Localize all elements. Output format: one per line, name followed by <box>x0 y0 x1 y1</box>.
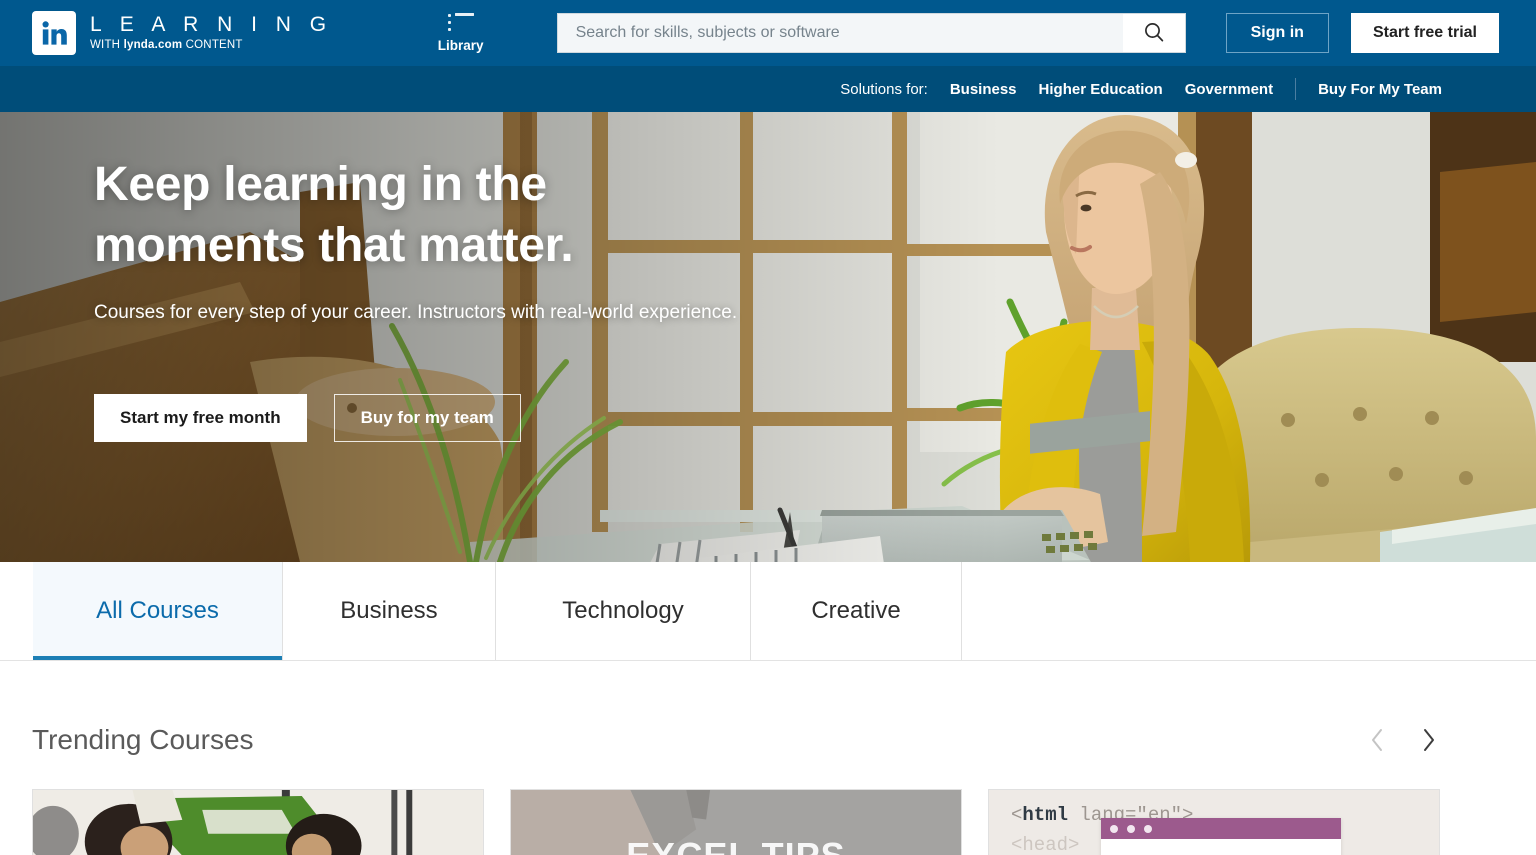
start-my-free-month-button[interactable]: Start my free month <box>94 394 307 442</box>
window-dot-icon <box>1110 824 1118 833</box>
library-button[interactable]: Library <box>429 13 493 53</box>
library-label: Library <box>437 38 484 53</box>
card-code-line-2: <head> <box>1011 834 1080 855</box>
window-dot-icon <box>1127 824 1135 833</box>
logo-wordmark-block: L E A R N I N G WITH lynda.com CONTENT <box>90 14 333 52</box>
course-card-thumbnail <box>33 790 483 855</box>
hero-cta-group: Start my free month Buy for my team <box>94 394 1536 442</box>
chevron-left-icon[interactable] <box>1360 723 1394 757</box>
hero-banner: Keep learning in the moments that matter… <box>0 112 1536 562</box>
search-bar <box>556 13 1186 53</box>
course-card[interactable]: <html lang="en"> <head> <box>988 789 1440 855</box>
window-dot-icon <box>1144 824 1152 833</box>
code-tag-html: html <box>1022 804 1069 826</box>
course-card-thumbnail: <html lang="en"> <head> <box>989 790 1439 855</box>
hero-subtitle: Courses for every step of your career. I… <box>94 302 738 323</box>
linkedin-logo-icon <box>32 11 76 55</box>
category-tabs: All Courses Business Technology Creative <box>0 562 1536 661</box>
hero-title: Keep learning in the moments that matter… <box>94 154 774 276</box>
sign-in-button[interactable]: Sign in <box>1225 13 1329 53</box>
logo-tagline-suffix: CONTENT <box>182 39 243 52</box>
list-icon <box>447 13 474 33</box>
card-browser-window <box>1101 818 1341 855</box>
hero-title-line-1: Keep learning in the <box>94 158 547 211</box>
solutions-for-label: Solutions for: <box>840 80 928 98</box>
subnav-link-government[interactable]: Government <box>1185 81 1273 98</box>
course-card-list: EXCEL TIPS <html lang="en"> <head> <box>32 789 1440 855</box>
solutions-subnav: Solutions for: Business Higher Education… <box>0 66 1536 112</box>
search-input[interactable] <box>557 14 1123 52</box>
hero-title-line-2: moments that matter. <box>94 219 574 272</box>
search-icon <box>1142 20 1166 47</box>
subnav-divider <box>1295 78 1297 100</box>
logo-tagline-prefix: WITH <box>90 39 124 52</box>
subnav-link-business[interactable]: Business <box>950 81 1017 98</box>
code-bracket-open: < <box>1011 804 1023 826</box>
hero-content: Keep learning in the moments that matter… <box>0 112 1536 562</box>
buy-for-my-team-button[interactable]: Buy for my team <box>333 394 521 442</box>
logo-tagline-brand: lynda.com <box>123 39 183 52</box>
top-header: L E A R N I N G WITH lynda.com CONTENT L… <box>0 0 1536 66</box>
linkedin-learning-logo[interactable]: L E A R N I N G WITH lynda.com CONTENT <box>32 11 333 55</box>
trending-header: Trending Courses <box>32 723 1446 757</box>
subnav-link-buy-for-my-team[interactable]: Buy For My Team <box>1318 81 1442 98</box>
trending-courses-title: Trending Courses <box>32 724 254 755</box>
tab-creative[interactable]: Creative <box>751 562 962 660</box>
subnav-link-higher-education[interactable]: Higher Education <box>1039 81 1163 98</box>
trending-courses-section: Trending Courses <html lang="en"> <head> <box>0 661 1536 855</box>
tab-all-courses[interactable]: All Courses <box>33 562 283 660</box>
logo-tagline: WITH lynda.com CONTENT <box>90 40 333 52</box>
tab-technology[interactable]: Technology <box>496 562 751 660</box>
card-browser-titlebar <box>1101 818 1341 839</box>
logo-wordmark: L E A R N I N G <box>90 13 333 37</box>
start-free-trial-button[interactable]: Start free trial <box>1350 13 1499 53</box>
search-submit-button[interactable] <box>1122 14 1185 52</box>
carousel-controls <box>1360 723 1446 757</box>
course-card[interactable] <box>32 789 484 855</box>
tab-business[interactable]: Business <box>283 562 496 660</box>
chevron-right-icon[interactable] <box>1412 723 1446 757</box>
course-card[interactable]: EXCEL TIPS <box>510 789 962 855</box>
course-card-title-overlay: EXCEL TIPS <box>511 835 961 855</box>
